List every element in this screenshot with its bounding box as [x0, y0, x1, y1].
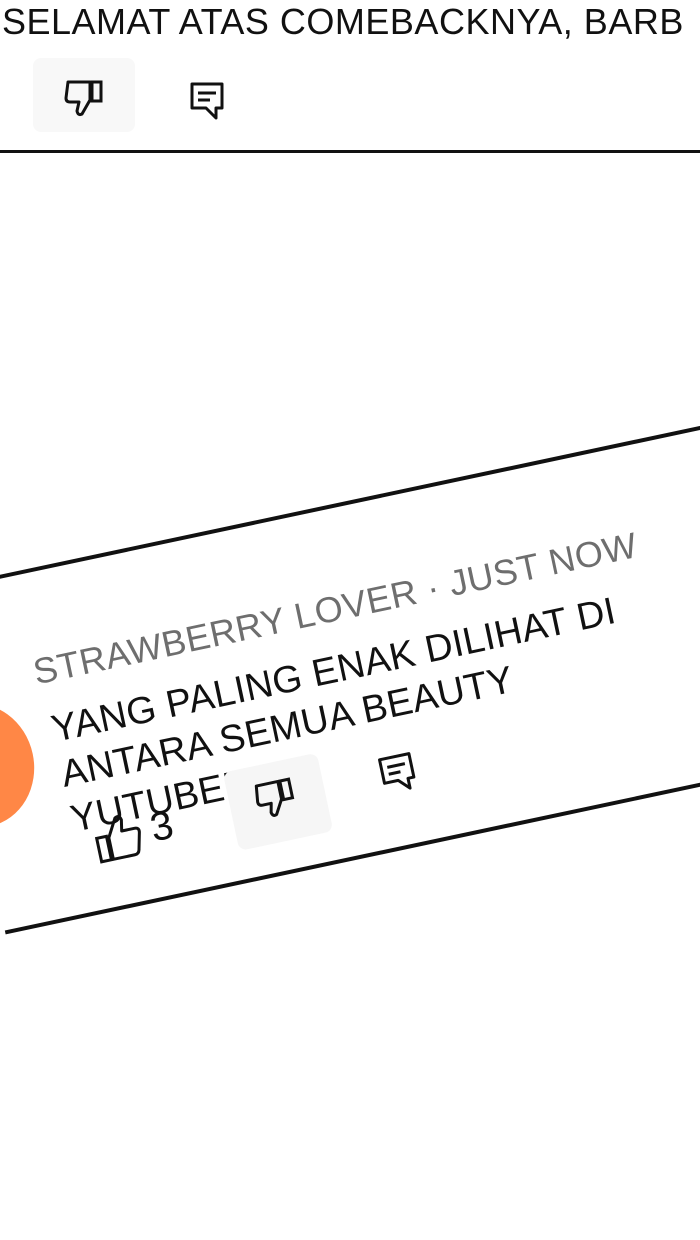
reply-icon[interactable] — [188, 80, 228, 122]
thumbs-up-icon[interactable] — [89, 807, 148, 866]
reply-icon[interactable] — [375, 748, 423, 797]
previous-comment-text: SELAMAT ATAS COMEBACKNYA, BARB — [2, 1, 684, 42]
like-button[interactable]: 3 — [89, 803, 177, 868]
divider — [0, 150, 700, 153]
comment-card: STRAWBERRY LOVER · JUST NOW YANG PALING … — [0, 418, 700, 935]
thumbs-down-icon[interactable] — [62, 78, 106, 118]
avatar[interactable] — [0, 693, 46, 838]
meta-separator: · — [422, 566, 444, 609]
